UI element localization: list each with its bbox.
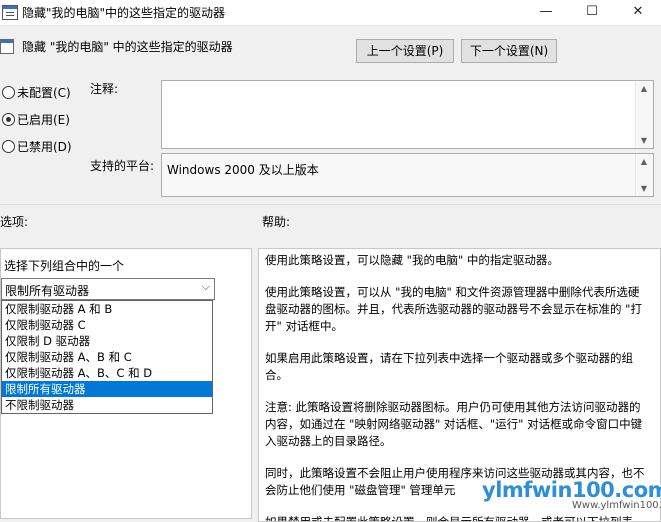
option-item-highlighted[interactable]: 限制所有驱动器	[2, 381, 212, 397]
close-button[interactable]: ✕	[615, 0, 661, 25]
option-item[interactable]: 仅限制驱动器 A、B 和 C	[2, 349, 212, 365]
option-item[interactable]: 仅限制驱动器 A 和 B	[2, 301, 212, 317]
title-bar: 隐藏"我的电脑"中的这些指定的驱动器 — ☐ ✕	[0, 0, 661, 26]
help-paragraph: 使用此策略设置，可以隐藏 "我的电脑" 中的指定驱动器。	[265, 253, 559, 267]
enabled-label[interactable]: 已启用(E)	[17, 111, 70, 128]
policy-window-icon	[2, 5, 18, 20]
platform-label: 支持的平台:	[90, 159, 155, 173]
disabled-radio[interactable]	[2, 140, 15, 153]
site-watermark: ylmfwin100.com	[482, 478, 661, 502]
platform-value: Windows 2000 及以上版本	[167, 163, 319, 177]
platform-scrollbar[interactable]: ▲ ▼	[635, 154, 653, 196]
not-configured-label[interactable]: 未配置(C)	[17, 84, 71, 101]
options-label: 选项:	[0, 215, 29, 229]
drive-options-list[interactable]: 仅限制驱动器 A 和 B 仅限制驱动器 C 仅限制 D 驱动器 仅限制驱动器 A…	[1, 300, 213, 414]
option-item[interactable]: 仅限制驱动器 C	[2, 317, 212, 333]
next-setting-button[interactable]: 下一个设置(N)	[461, 39, 557, 63]
help-paragraph: 使用此策略设置，可以从 "我的电脑" 和文件资源管理器中删除代表所选硬盘驱动器的…	[265, 285, 642, 333]
option-item[interactable]: 仅限制 D 驱动器	[2, 333, 212, 349]
scroll-down-icon[interactable]: ▼	[636, 136, 652, 145]
not-configured-radio[interactable]	[2, 86, 15, 99]
section-divider	[0, 204, 661, 205]
select-caption: 选择下列组合中的一个	[4, 259, 125, 273]
drive-restriction-select[interactable]: 限制所有驱动器 ⌵	[1, 278, 215, 300]
comment-scrollbar[interactable]: ▲ ▼	[635, 81, 653, 148]
policy-setting-icon	[0, 39, 14, 54]
previous-setting-button[interactable]: 上一个设置(P)	[356, 39, 454, 63]
enabled-radio[interactable]	[2, 113, 15, 126]
help-paragraph: 注意: 此策略设置将删除驱动器图标。用户仍可使用其他方法访问驱动器的内容，如通过…	[265, 400, 643, 448]
platform-box: Windows 2000 及以上版本 ▲ ▼	[161, 153, 654, 197]
scroll-up-icon[interactable]: ▲	[636, 157, 652, 166]
selected-value: 限制所有驱动器	[5, 284, 90, 298]
options-panel: 选择下列组合中的一个 限制所有驱动器 ⌵ 仅限制驱动器 A 和 B 仅限制驱动器…	[0, 248, 252, 519]
scroll-down-icon[interactable]: ▼	[636, 184, 652, 193]
help-paragraph: 如果禁用或未配置此策略设置，则会显示所有驱动器，或者可以下拉列表	[265, 515, 633, 522]
help-paragraph: 如果启用此策略设置，请在下拉列表中选择一个驱动器或多个驱动器的组合。	[265, 351, 633, 382]
comment-label: 注释:	[90, 82, 119, 96]
comment-textbox[interactable]: ▲ ▼	[161, 80, 654, 149]
policy-name: 隐藏 "我的电脑" 中的这些指定的驱动器	[22, 40, 233, 54]
scroll-up-icon[interactable]: ▲	[636, 84, 652, 93]
disabled-label[interactable]: 已禁用(D)	[17, 138, 72, 155]
site-watermark-sub: Www.ylmfwin100.com	[572, 500, 661, 511]
option-item[interactable]: 仅限制驱动器 A、B、C 和 D	[2, 365, 212, 381]
minimize-button[interactable]: —	[523, 0, 569, 25]
option-item[interactable]: 不限制驱动器	[2, 397, 212, 413]
chevron-down-icon[interactable]: ⌵	[202, 280, 210, 294]
help-label: 帮助:	[262, 215, 291, 229]
maximize-button[interactable]: ☐	[569, 0, 615, 25]
window-title: 隐藏"我的电脑"中的这些指定的驱动器	[22, 6, 226, 20]
